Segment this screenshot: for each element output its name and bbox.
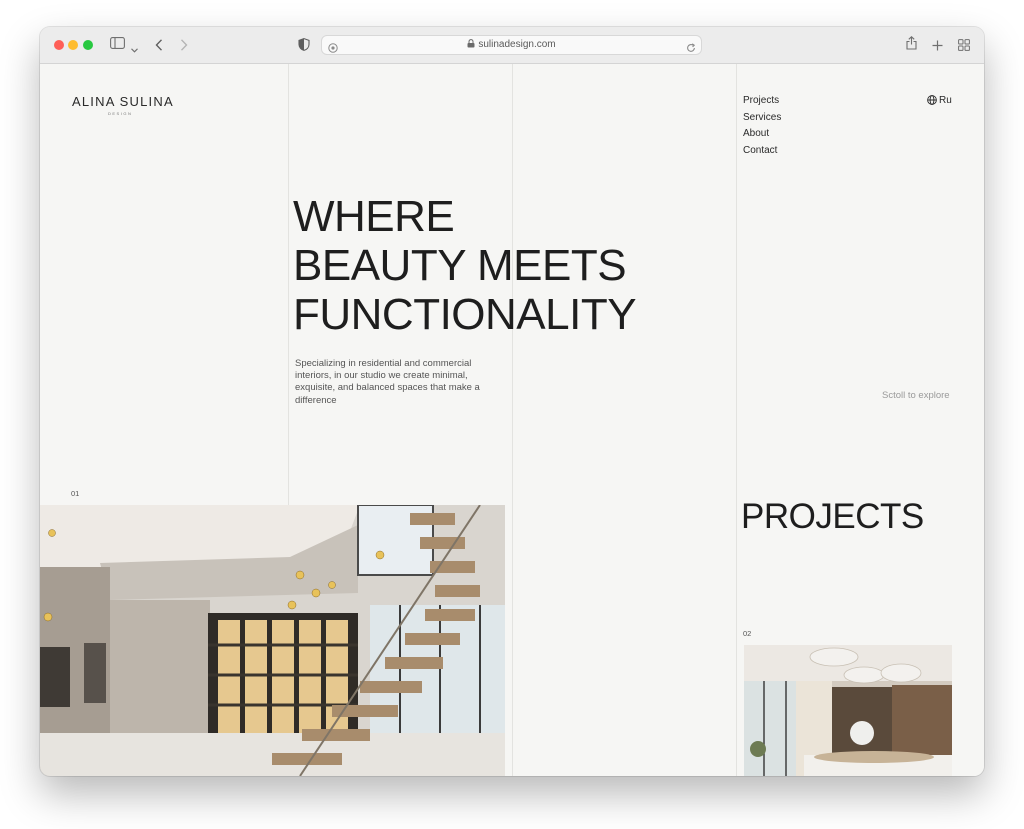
nav-about[interactable]: About [743,126,781,143]
web-page: ALINA SULINA DESIGN Projects Services Ab… [40,64,984,776]
zoom-window-button[interactable] [83,40,93,50]
grid-divider [512,64,513,776]
scroll-hint: Sctoll to explore [882,390,950,401]
privacy-shield-icon[interactable] [298,38,310,56]
plus-icon[interactable] [932,38,943,56]
project-02-photo[interactable] [744,645,952,776]
projects-heading: PROJECTS [741,497,924,536]
project-number: 02 [743,629,752,638]
site-logo-subtitle: DESIGN [108,111,133,116]
forward-icon[interactable] [180,38,188,56]
site-logo[interactable]: ALINA SULINA [72,94,174,109]
language-switcher[interactable]: Ru [927,93,952,109]
hero-line: BEAUTY MEETS [293,241,627,290]
globe-icon [927,95,937,105]
project-number: 01 [71,489,80,498]
main-nav: Projects Services About Contact [743,93,781,160]
reload-icon[interactable] [686,40,696,58]
address-bar[interactable]: sulinadesign.com [321,35,702,55]
grid-divider [736,64,737,776]
back-icon[interactable] [155,38,163,56]
url-display: sulinadesign.com [322,39,701,50]
staircase-interior-image [40,504,505,776]
language-label: Ru [939,95,952,106]
hero-description: Specializing in residential and commerci… [295,358,480,406]
hero-line: FUNCTIONALITY [293,290,637,339]
close-window-button[interactable] [54,40,64,50]
browser-window: sulinadesign.com ALINA SULINA DESIGN Pro… [40,27,984,776]
tab-overview-icon[interactable] [958,38,970,56]
sidebar-toggle-icon[interactable] [110,36,125,54]
nav-projects[interactable]: Projects [743,93,781,110]
share-icon[interactable] [906,36,917,55]
hero-heading: WHERE BEAUTY MEETS FUNCTIONALITY [293,192,637,339]
browser-toolbar: sulinadesign.com [40,27,984,64]
nav-services[interactable]: Services [743,110,781,127]
nav-contact[interactable]: Contact [743,143,781,160]
url-text: sulinadesign.com [478,39,556,50]
lock-icon [467,39,475,48]
minimize-window-button[interactable] [68,40,78,50]
chevron-down-icon[interactable] [131,40,138,58]
hero-line: WHERE [293,192,455,241]
dining-room-image [744,645,952,776]
project-01-photo[interactable] [40,504,505,776]
